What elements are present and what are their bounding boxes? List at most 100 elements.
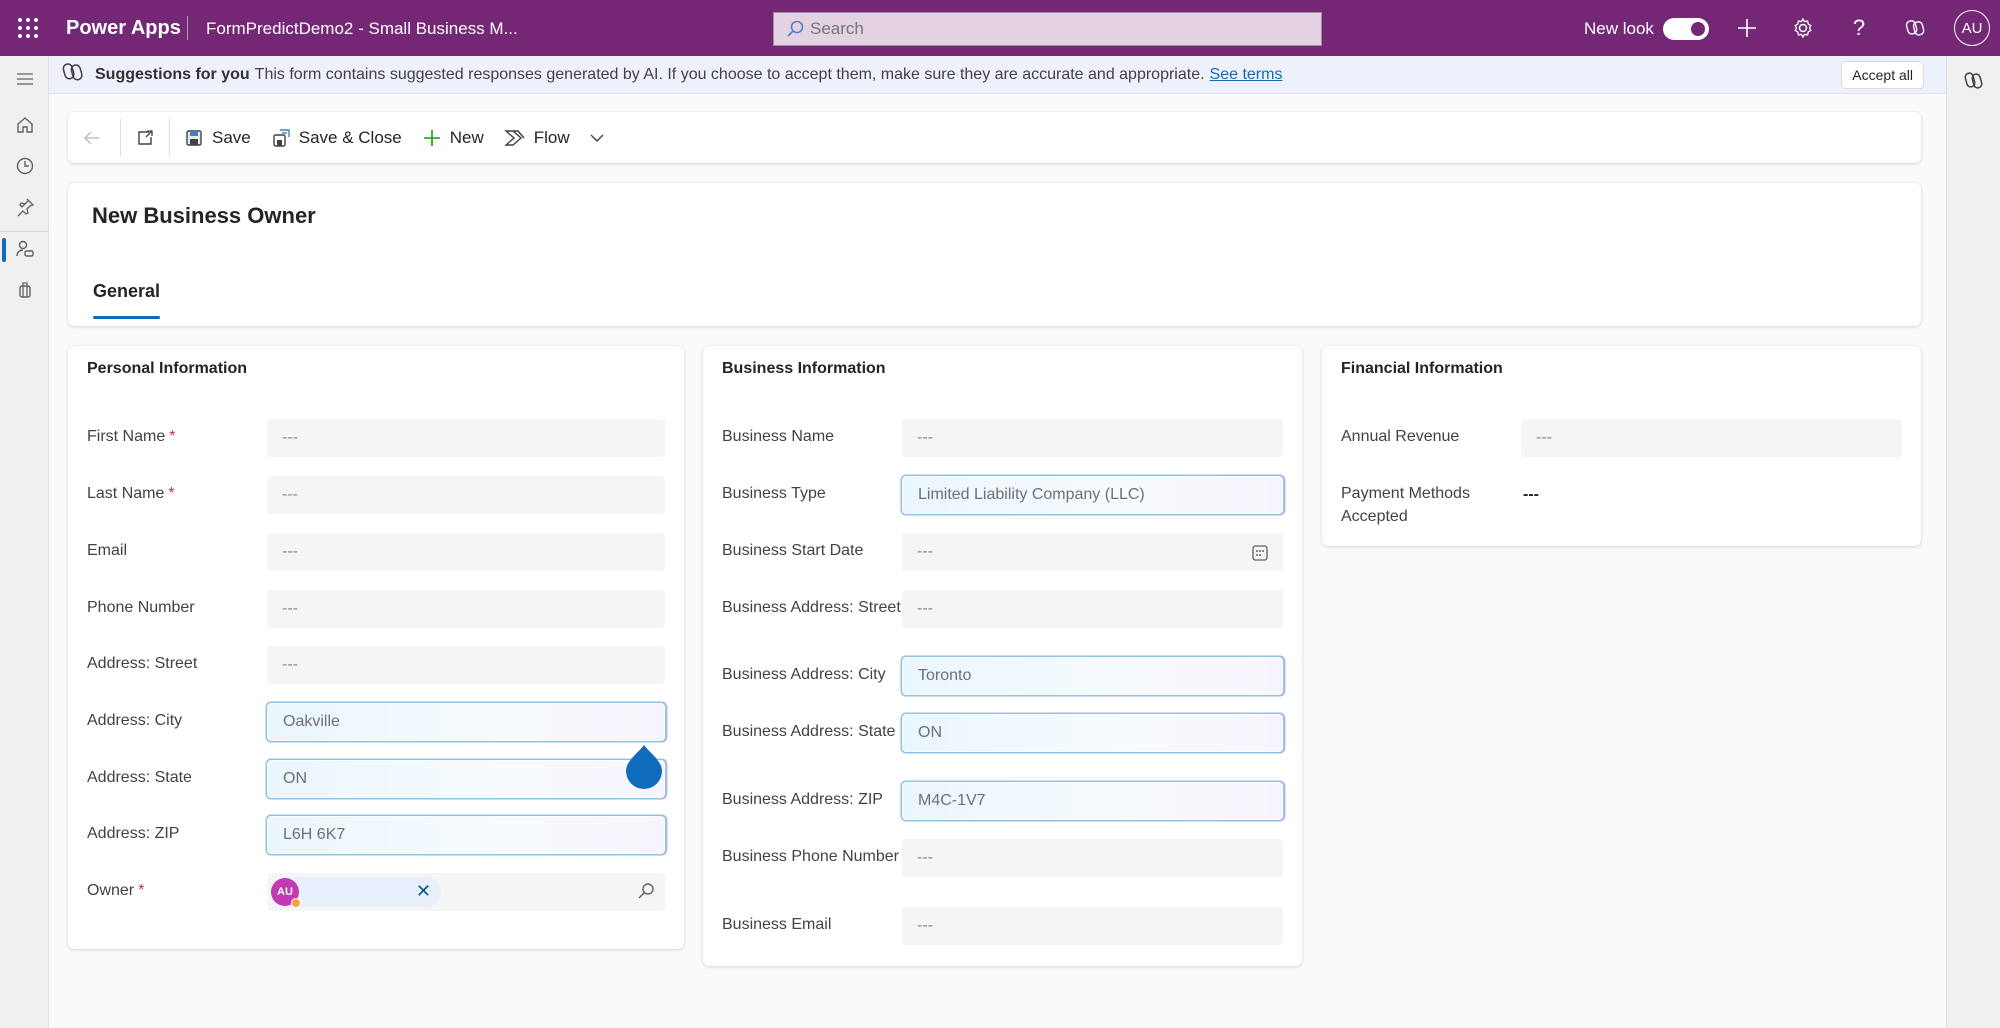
- field-label: Owner: [87, 882, 135, 899]
- header-divider: [187, 16, 188, 40]
- business-address-street-input[interactable]: ---: [902, 590, 1283, 628]
- field-business-address-zip: Business Address: ZIP M4C-1V7: [722, 782, 1283, 820]
- section-title: Personal Information: [87, 360, 248, 377]
- email-input[interactable]: ---: [267, 533, 665, 571]
- accept-all-button[interactable]: Accept all: [1841, 61, 1924, 89]
- field-label: Address: State: [87, 769, 192, 786]
- business-start-date-input[interactable]: ---: [902, 533, 1283, 571]
- field-label: Business Address: City: [722, 666, 886, 683]
- date-value: ---: [917, 543, 933, 560]
- toolbar-divider: [169, 118, 170, 157]
- pin-icon[interactable]: [0, 188, 49, 226]
- address-state-input[interactable]: ON: [267, 760, 665, 798]
- owner-chip[interactable]: AU ✕: [271, 877, 441, 908]
- field-label: Email: [87, 542, 128, 559]
- plus-icon[interactable]: [1733, 14, 1761, 42]
- field-business-phone-number: Business Phone Number ---: [722, 839, 1283, 877]
- gear-icon[interactable]: [1789, 14, 1817, 42]
- popout-icon: [138, 129, 153, 145]
- field-label: Last Name: [87, 485, 165, 502]
- tab-general[interactable]: General: [93, 281, 160, 302]
- clock-icon[interactable]: [0, 147, 49, 185]
- business-address-zip-input[interactable]: M4C-1V7: [902, 782, 1283, 820]
- back-button[interactable]: [68, 118, 116, 158]
- active-indicator: [2, 238, 6, 262]
- field-label: Annual Revenue: [1341, 428, 1460, 445]
- annual-revenue-input[interactable]: ---: [1521, 419, 1902, 457]
- field-label: Business Address: State: [722, 723, 896, 740]
- flow-button[interactable]: Flow: [494, 118, 614, 158]
- suggestion-title: Suggestions for you: [95, 65, 250, 83]
- business-name-input[interactable]: ---: [902, 419, 1283, 457]
- user-avatar[interactable]: AU: [1954, 10, 1990, 46]
- field-business-address-street: Business Address: Street ---: [722, 590, 1283, 628]
- popout-button[interactable]: [125, 118, 165, 158]
- hamburger-icon[interactable]: [0, 60, 49, 98]
- copilot-icon[interactable]: [1901, 14, 1929, 42]
- app-name[interactable]: Power Apps: [66, 17, 181, 40]
- search-input[interactable]: Search: [773, 12, 1322, 46]
- top-bar: Power Apps FormPredictDemo2 - Small Busi…: [0, 0, 2000, 56]
- business-email-input[interactable]: ---: [902, 907, 1283, 945]
- copilot-icon[interactable]: [1963, 70, 1985, 97]
- suggestion-text: This form contains suggested responses g…: [254, 65, 1205, 83]
- calendar-icon[interactable]: [1251, 544, 1269, 562]
- first-name-input[interactable]: ---: [267, 419, 665, 457]
- remove-owner-icon[interactable]: ✕: [416, 881, 431, 902]
- save-button[interactable]: Save: [174, 118, 261, 158]
- help-icon[interactable]: ?: [1845, 14, 1873, 42]
- payment-methods-select[interactable]: ---: [1521, 476, 1902, 514]
- section-title: Business Information: [722, 360, 886, 377]
- new-button[interactable]: New: [412, 118, 494, 158]
- last-name-input[interactable]: ---: [267, 476, 665, 514]
- right-rail: [1946, 56, 2000, 1028]
- new-look-label: New look: [1584, 19, 1654, 38]
- field-label: First Name: [87, 428, 166, 445]
- owner-lookup[interactable]: AU ✕: [267, 873, 665, 911]
- new-look-toggle[interactable]: [1663, 18, 1709, 40]
- flow-icon: [503, 129, 525, 146]
- section-financial-information: Financial Information Annual Revenue ---…: [1322, 346, 1921, 546]
- field-address-state: Address: State ON: [87, 760, 665, 798]
- chevron-down-icon[interactable]: [590, 133, 604, 143]
- field-label: Address: ZIP: [87, 825, 180, 842]
- back-arrow-icon: [83, 130, 99, 145]
- search-icon[interactable]: [637, 882, 655, 905]
- field-label: Business Type: [722, 485, 826, 502]
- required-indicator: *: [138, 882, 145, 899]
- home-icon[interactable]: [0, 106, 49, 144]
- business-address-state-input[interactable]: ON: [902, 714, 1283, 752]
- phone-number-input[interactable]: ---: [267, 590, 665, 628]
- cursor-droplet-icon: [626, 745, 662, 789]
- field-business-name: Business Name ---: [722, 419, 1283, 457]
- save-icon: [186, 129, 202, 146]
- field-business-address-city: Business Address: City Toronto: [722, 657, 1283, 695]
- field-address-zip: Address: ZIP L6H 6K7: [87, 816, 665, 854]
- page-title: New Business Owner: [92, 203, 316, 228]
- app-title[interactable]: FormPredictDemo2 - Small Business M...: [206, 19, 518, 39]
- toolbar-divider: [120, 118, 121, 157]
- business-phone-number-input[interactable]: ---: [902, 839, 1283, 877]
- form-header: New Business Owner General: [68, 183, 1921, 326]
- waffle-icon[interactable]: [16, 16, 40, 40]
- plus-icon: [423, 129, 440, 146]
- see-terms-link[interactable]: See terms: [1210, 66, 1283, 84]
- field-payment-methods-accepted: Payment Methods Accepted ---: [1341, 476, 1902, 528]
- field-email: Email ---: [87, 533, 665, 571]
- field-annual-revenue: Annual Revenue ---: [1341, 419, 1902, 457]
- address-street-input[interactable]: ---: [267, 646, 665, 684]
- field-first-name: First Name * ---: [87, 419, 665, 457]
- business-address-city-input[interactable]: Toronto: [902, 657, 1283, 695]
- business-type-input[interactable]: Limited Liability Company (LLC): [902, 476, 1283, 514]
- owner-avatar: AU: [271, 878, 301, 908]
- required-indicator: *: [169, 428, 176, 445]
- field-label: Business Start Date: [722, 542, 864, 559]
- save-close-button[interactable]: Save & Close: [261, 118, 412, 158]
- contact-icon[interactable]: [0, 230, 49, 268]
- address-zip-input[interactable]: L6H 6K7: [267, 816, 665, 854]
- field-label: Payment Methods Accepted: [1341, 485, 1470, 525]
- tab-active-indicator: [93, 316, 160, 319]
- bag-icon[interactable]: [0, 271, 49, 309]
- field-phone-number: Phone Number ---: [87, 590, 665, 628]
- address-city-input[interactable]: Oakville: [267, 703, 665, 741]
